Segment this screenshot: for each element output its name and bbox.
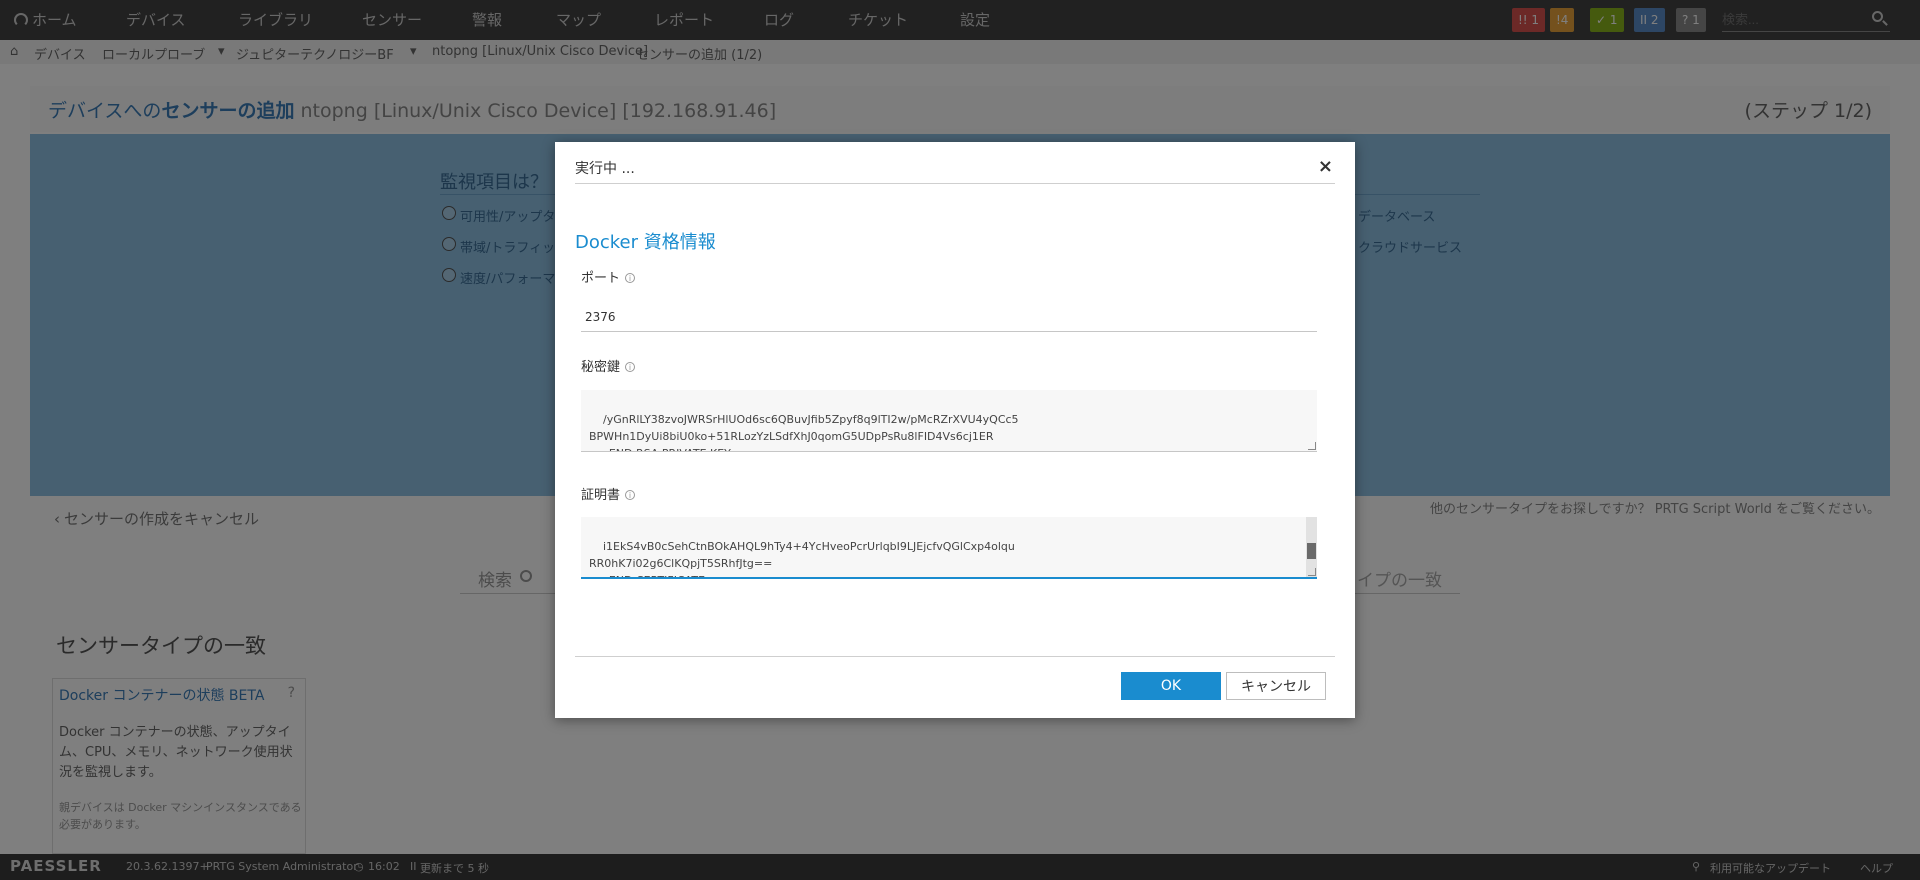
private-key-label: 秘密鍵 i [581, 356, 636, 375]
dialog-header: 実行中 ... × [575, 156, 1335, 184]
port-field[interactable] [581, 302, 1317, 332]
info-icon[interactable]: i [625, 490, 636, 500]
info-icon[interactable]: i [625, 273, 636, 283]
docker-credentials-dialog: 実行中 ... × Docker 資格情報 ポートi 秘密鍵i /yGnRlLY… [555, 142, 1355, 718]
section-heading: Docker 資格情報 [575, 232, 716, 253]
certificate-textarea[interactable]: i1EkS4vB0cSehCtnBOkAHQL9hTy4+4YcHveoPcrU… [581, 517, 1317, 579]
private-key-textarea[interactable]: /yGnRlLY38zvoJWRSrHlUOd6sc6QBuvJfib5Zpyf… [581, 390, 1317, 452]
certificate-text: i1EkS4vB0cSehCtnBOkAHQL9hTy4+4YcHveoPcrU… [589, 540, 1015, 577]
close-icon[interactable]: × [1318, 156, 1333, 177]
ok-button[interactable]: OK [1121, 672, 1221, 700]
resize-handle[interactable] [1308, 442, 1316, 450]
scrollbar-thumb[interactable] [1307, 543, 1316, 559]
private-key-text: /yGnRlLY38zvoJWRSrHlUOd6sc6QBuvJfib5Zpyf… [589, 413, 1019, 451]
info-icon[interactable]: i [625, 362, 636, 372]
cancel-button[interactable]: キャンセル [1226, 672, 1326, 700]
certificate-label: 証明書 i [581, 484, 636, 503]
port-label: ポート i [581, 267, 636, 286]
dialog-title: 実行中 ... [575, 161, 635, 177]
divider [575, 656, 1335, 657]
resize-handle[interactable] [1308, 568, 1316, 576]
